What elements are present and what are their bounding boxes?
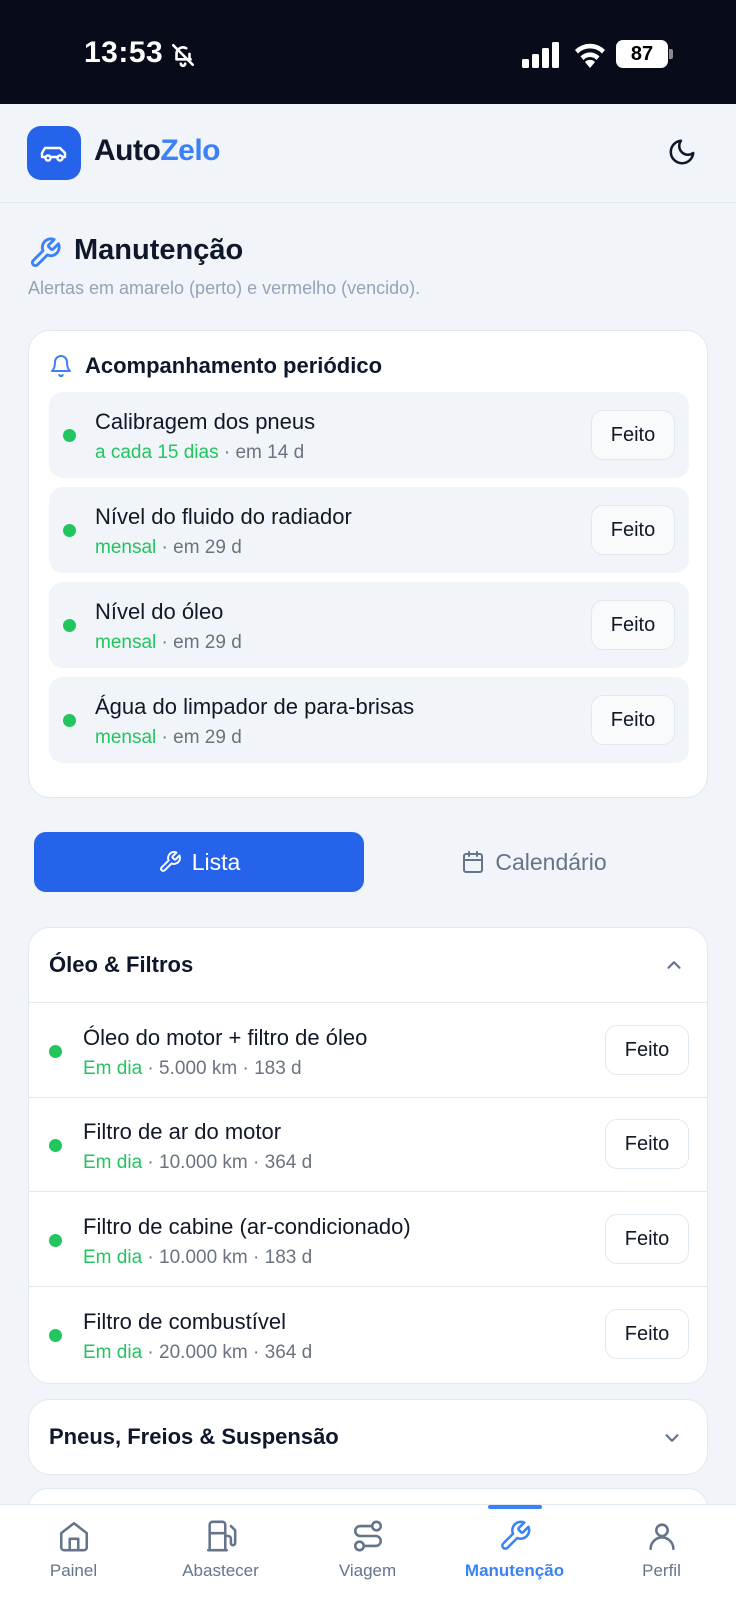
- done-button[interactable]: Feito: [591, 695, 675, 745]
- battery-indicator: 87: [616, 40, 668, 68]
- app-header: AutoZelo: [0, 104, 736, 203]
- status-dot: [49, 1139, 62, 1152]
- cell-signal-icon: [522, 42, 559, 68]
- periodic-item-name: Calibragem dos pneus: [95, 409, 316, 434]
- done-button[interactable]: Feito: [605, 1025, 689, 1075]
- status-dot: [49, 1045, 62, 1058]
- section-header[interactable]: Óleo & Filtros: [29, 928, 707, 1003]
- maintenance-item-name: Óleo do motor + filtro de óleo: [83, 1025, 368, 1050]
- page-subtitle: Alertas em amarelo (perto) e vermelho (v…: [28, 278, 421, 298]
- periodic-item: Calibragem dos pneus a cada 15 dias · em…: [49, 392, 689, 478]
- wrench-icon: [159, 851, 181, 872]
- status-time: 13:53: [84, 36, 164, 69]
- bell-muted-icon: [171, 43, 195, 68]
- car-logo-icon: [27, 126, 81, 180]
- status-bar: 13:53 87: [0, 0, 736, 104]
- calendar-view-tab[interactable]: Calendário: [364, 832, 704, 892]
- maintenance-item: Filtro de cabine (ar-condicionado) Em di…: [29, 1192, 707, 1287]
- bottom-nav: Painel Abastecer Viagem Manutenção Perfi…: [0, 1504, 736, 1600]
- periodic-item: Água do limpador de para-brisas mensal ·…: [49, 677, 689, 763]
- section-oil-filters: Óleo & Filtros Óleo do motor + filtro de…: [28, 927, 708, 1384]
- periodic-tracking-card: Acompanhamento periódico Calibragem dos …: [28, 330, 708, 798]
- chevron-up-icon: [667, 961, 681, 969]
- list-view-label: Lista: [191, 848, 241, 875]
- wrench-icon: [30, 237, 61, 268]
- maintenance-item-meta: Em dia · 10.000 km · 183 d: [83, 1247, 313, 1268]
- periodic-title: Acompanhamento periódico: [85, 353, 383, 378]
- status-dot: [63, 619, 76, 632]
- periodic-header: Acompanhamento periódico: [49, 353, 382, 379]
- page-title: Manutenção: [74, 234, 244, 266]
- periodic-item: Nível do óleo mensal · em 29 d Feito: [49, 582, 689, 668]
- list-view-tab[interactable]: Lista: [34, 832, 364, 892]
- maintenance-item: Filtro de combustível Em dia · 20.000 km…: [29, 1287, 707, 1382]
- calendar-view-label: Calendário: [495, 848, 607, 875]
- done-button[interactable]: Feito: [605, 1119, 689, 1169]
- status-dot: [63, 714, 76, 727]
- periodic-item: Nível do fluido do radiador mensal · em …: [49, 487, 689, 573]
- nav-item-viagem[interactable]: Viagem: [294, 1505, 441, 1600]
- maintenance-item: Óleo do motor + filtro de óleo Em dia · …: [29, 1003, 707, 1098]
- done-button[interactable]: Feito: [591, 505, 675, 555]
- chevron-down-icon: [665, 1434, 679, 1442]
- status-dot: [49, 1234, 62, 1247]
- status-dot: [63, 429, 76, 442]
- maintenance-item-meta: Em dia · 5.000 km · 183 d: [83, 1058, 302, 1079]
- app-brand: AutoZelo: [94, 134, 220, 167]
- maintenance-item-meta: Em dia · 10.000 km · 364 d: [83, 1152, 313, 1173]
- fuel-pump-icon: [206, 1520, 236, 1552]
- nav-item-painel[interactable]: Painel: [0, 1505, 147, 1600]
- moon-icon: [669, 139, 695, 165]
- maintenance-item-name: Filtro de ar do motor: [83, 1119, 282, 1144]
- maintenance-item: Filtro de ar do motor Em dia · 10.000 km…: [29, 1097, 707, 1192]
- section-title: Óleo & Filtros: [49, 952, 194, 977]
- periodic-item-meta: mensal · em 29 d: [95, 727, 242, 748]
- maintenance-item-name: Filtro de combustível: [83, 1309, 286, 1334]
- section-title: Pneus, Freios & Suspensão: [49, 1424, 339, 1449]
- status-dot: [49, 1329, 62, 1342]
- periodic-item-name: Água do limpador de para-brisas: [95, 694, 415, 719]
- done-button[interactable]: Feito: [591, 410, 675, 460]
- home-icon: [59, 1521, 88, 1552]
- calendar-icon: [463, 851, 484, 873]
- periodic-item-meta: mensal · em 29 d: [95, 537, 242, 558]
- periodic-item-name: Nível do óleo: [95, 599, 224, 624]
- periodic-item-meta: a cada 15 dias · em 14 d: [95, 442, 305, 463]
- wrench-icon: [500, 1520, 530, 1550]
- nav-item-perfil[interactable]: Perfil: [588, 1505, 735, 1600]
- status-dot: [63, 524, 76, 537]
- theme-toggle-button[interactable]: [664, 134, 700, 170]
- periodic-item-name: Nível do fluido do radiador: [95, 504, 352, 529]
- section-tires-brakes[interactable]: Pneus, Freios & Suspensão: [28, 1399, 708, 1475]
- done-button[interactable]: Feito: [591, 600, 675, 650]
- nav-item-manutencao[interactable]: Manutenção: [441, 1505, 588, 1600]
- nav-item-abastecer[interactable]: Abastecer: [147, 1505, 294, 1600]
- periodic-item-meta: mensal · em 29 d: [95, 632, 242, 653]
- done-button[interactable]: Feito: [605, 1214, 689, 1264]
- maintenance-item-meta: Em dia · 20.000 km · 364 d: [83, 1342, 313, 1363]
- route-icon: [353, 1520, 382, 1552]
- battery-cap: [669, 49, 673, 59]
- maintenance-item-name: Filtro de cabine (ar-condicionado): [83, 1214, 411, 1239]
- wifi-icon: [575, 43, 605, 68]
- user-icon: [648, 1523, 675, 1551]
- bell-icon: [51, 355, 71, 378]
- done-button[interactable]: Feito: [605, 1309, 689, 1359]
